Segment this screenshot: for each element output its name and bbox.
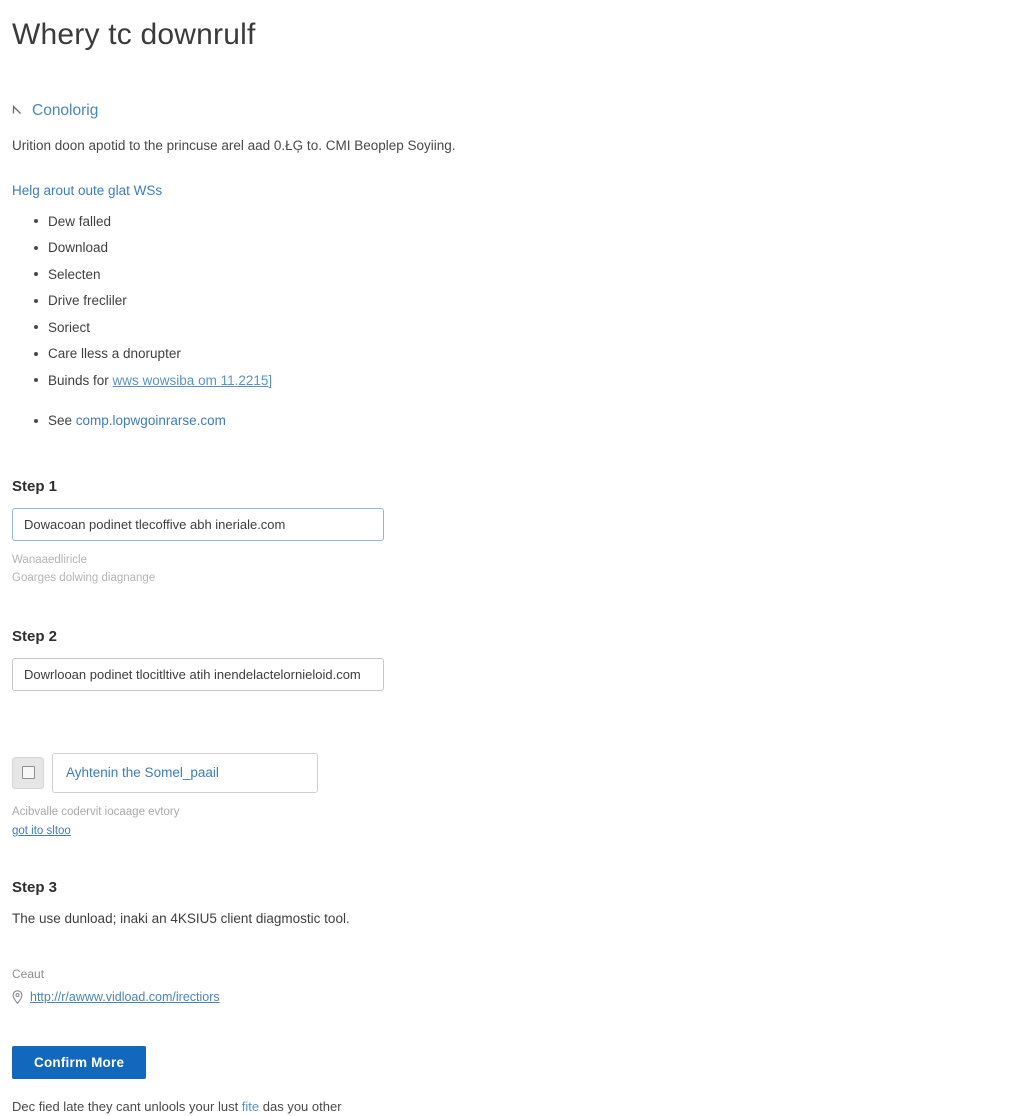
footer-note-suffix: das you other xyxy=(259,1098,342,1114)
list-item-label: Selecten xyxy=(48,266,101,282)
contact-link[interactable]: http://r/awww.vidload.com/irectiors xyxy=(30,990,220,1004)
intro-paragraph: Urition doon apotid to the princuse arel… xyxy=(12,137,456,153)
step-2-block: Step 2 xyxy=(12,628,1000,691)
footer-note: Dec fied late they cant unlools your lus… xyxy=(12,1098,1000,1116)
step-1-block: Step 1 Wanaaedliricle Goarges dolwing di… xyxy=(12,478,1000,588)
list-item-label: Care lless a dnorupter xyxy=(48,346,181,362)
step-1-title: Step 1 xyxy=(12,478,58,496)
page-title: Whery tc downrulf xyxy=(12,18,256,51)
confirm-more-button[interactable]: Confirm More xyxy=(12,1045,147,1079)
bullet-list: Dew falled Download Selecten Drive frecl… xyxy=(12,208,1000,434)
list-item: Buinds for wws wowsiba om 11.2215] xyxy=(34,367,1000,394)
chevron-collapse-icon xyxy=(12,104,25,117)
section-header-label: Conolorig xyxy=(32,101,99,119)
list-item-label: Dew falled xyxy=(48,213,112,229)
step-3-title: Step 3 xyxy=(12,878,58,896)
list-item-link[interactable]: comp.lopwgoinrarse.com xyxy=(76,413,226,428)
list-item: Download xyxy=(34,235,1000,262)
list-item-prefix: Buinds for xyxy=(48,372,113,388)
contact-row: http://r/awww.vidload.com/irectiors xyxy=(12,990,1000,1004)
checkbox-helper-text: Acibvalle codervit iocaage evtory xyxy=(12,805,180,818)
list-item-label: Soriect xyxy=(48,319,91,335)
contact-label: Ceaut xyxy=(12,966,45,981)
list-item: See comp.lopwgoinrarse.com xyxy=(34,408,1000,435)
list-item: Soriect xyxy=(34,314,1000,341)
footer-note-link[interactable]: fite xyxy=(242,1099,259,1114)
list-item-label: Download xyxy=(48,240,109,256)
checkbox-input-row xyxy=(12,752,1000,793)
step-3-text: The use dunload; inaki an 4KSIU5 client … xyxy=(12,910,350,926)
list-item-prefix: See xyxy=(48,413,76,429)
step-1-helper-line-1: Wanaaedliricle xyxy=(12,554,87,567)
page-root: Whery tc downrulf Conolorig Urition doon… xyxy=(0,0,1024,1114)
step-1-helper-line-2: Goarges dolwing diagnange xyxy=(12,571,156,584)
step-1-helper: Wanaaedliricle Goarges dolwing diagnange xyxy=(12,552,1000,588)
checkbox-toggle[interactable] xyxy=(12,756,44,789)
step-3-block: Step 3 The use dunload; inaki an 4KSIU5 … xyxy=(12,879,1000,929)
location-pin-icon xyxy=(12,989,23,1004)
list-item-label: Drive frecliler xyxy=(48,293,127,309)
step-2-input[interactable] xyxy=(12,657,384,691)
checkbox-square-icon xyxy=(21,766,35,780)
list-item: Care lless a dnorupter xyxy=(34,341,1000,368)
list-item: Selecten xyxy=(34,261,1000,288)
step-2-title: Step 2 xyxy=(12,627,58,645)
page-content: Whery tc downrulf Conolorig Urition doon… xyxy=(0,0,1000,1116)
footer-note-prefix: Dec fied late they cant unlools your lus… xyxy=(12,1098,242,1114)
checkbox-row-input[interactable] xyxy=(52,752,318,793)
checkbox-helper-link[interactable]: got ito sltoo xyxy=(12,825,71,837)
list-item: Drive frecliler xyxy=(34,288,1000,315)
list-item-link[interactable]: wws wowsiba om 11.2215] xyxy=(113,373,273,388)
collapsible-section-header[interactable]: Conolorig xyxy=(12,102,1000,120)
help-link[interactable]: Helg arout oute glat WSs xyxy=(12,183,162,198)
step-1-input[interactable] xyxy=(12,508,384,542)
list-item: Dew falled xyxy=(34,208,1000,235)
